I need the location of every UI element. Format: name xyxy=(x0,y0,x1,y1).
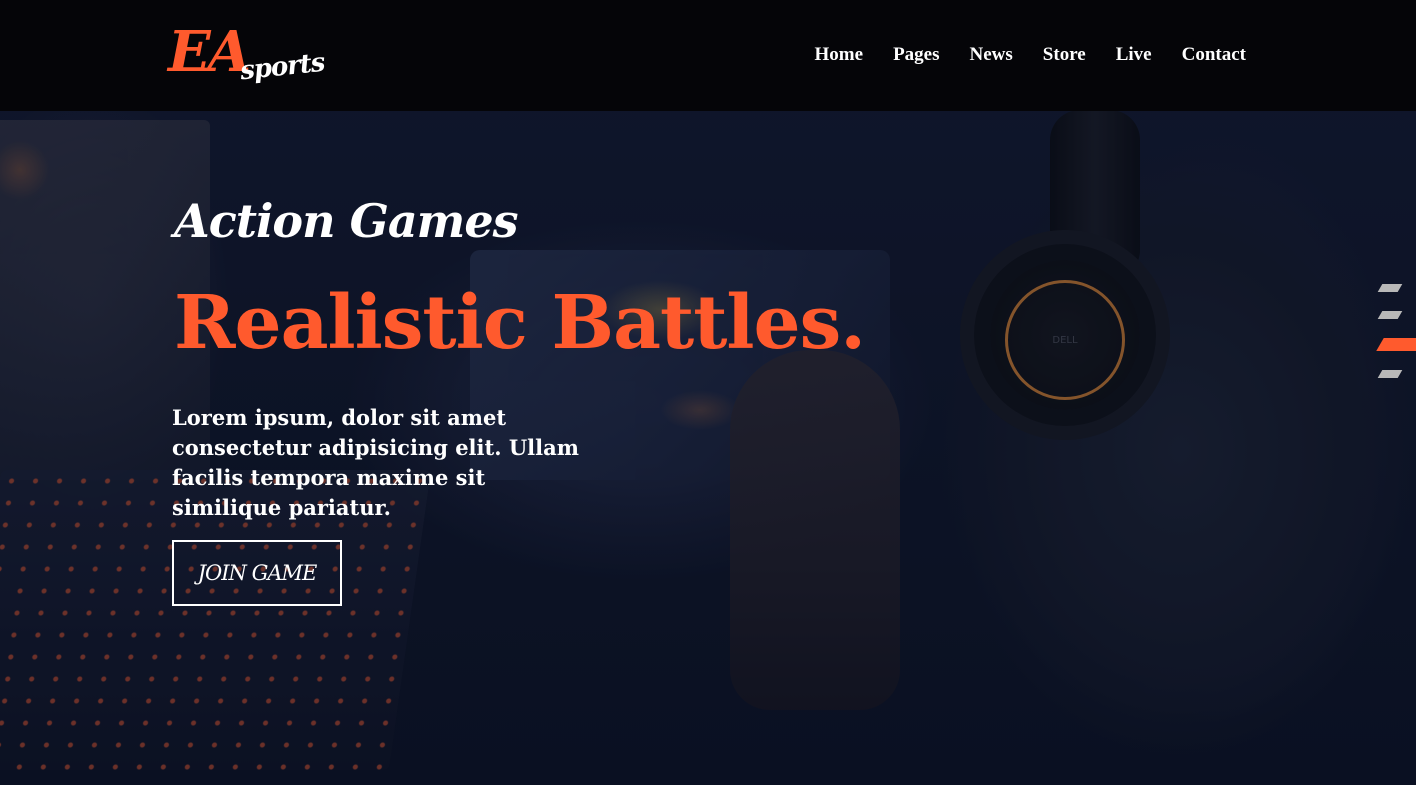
hero-subtitle: Action Games xyxy=(174,194,518,248)
brand-logo[interactable]: EA sports xyxy=(168,24,328,98)
nav-item-contact[interactable]: Contact xyxy=(1182,44,1246,66)
nav-item-home[interactable]: Home xyxy=(815,44,864,66)
slider-indicator-3-active[interactable] xyxy=(1376,338,1416,351)
slider-indicators xyxy=(1374,284,1416,378)
logo-main-text: EA xyxy=(168,19,251,85)
slider-indicator-2[interactable] xyxy=(1377,311,1403,319)
nav-item-news[interactable]: News xyxy=(970,44,1013,66)
hero-description: Lorem ipsum, dolor sit amet consectetur … xyxy=(172,405,579,520)
main-nav: Home Pages News Store Live Contact xyxy=(815,44,1246,66)
nav-item-store[interactable]: Store xyxy=(1043,44,1086,66)
site-header: EA sports Home Pages News Store Live Con… xyxy=(0,0,1416,111)
hero-headline: Realistic Battles. xyxy=(174,280,866,366)
slider-indicator-4[interactable] xyxy=(1377,370,1403,378)
background-overlay xyxy=(0,0,1416,785)
nav-item-pages[interactable]: Pages xyxy=(893,44,939,66)
nav-item-live[interactable]: Live xyxy=(1116,44,1152,66)
logo-sub-text: sports xyxy=(238,47,326,87)
slider-indicator-1[interactable] xyxy=(1377,284,1403,292)
join-game-button[interactable]: JOIN GAME xyxy=(172,540,342,606)
hero-section: DELL EA sports Home Pages News Store Liv… xyxy=(0,0,1416,785)
